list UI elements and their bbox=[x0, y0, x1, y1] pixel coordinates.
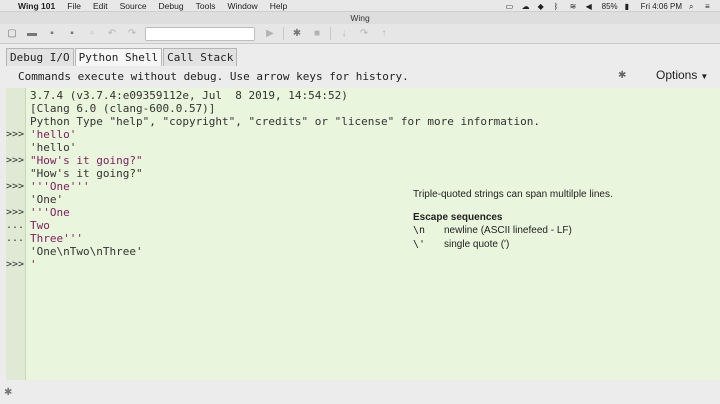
battery-percent[interactable]: 85% bbox=[602, 2, 618, 11]
status-icons: ▭ ☁ ◆ ᛒ ≋ ◀ 85% ▮ Fri 4:06 PM ⌕ ≡ bbox=[506, 0, 714, 12]
escape-code: \n bbox=[413, 225, 426, 236]
step-over-icon[interactable]: ↷ bbox=[357, 27, 371, 40]
new-file-icon[interactable]: ▢ bbox=[5, 27, 19, 40]
shell-prompt: >>> bbox=[6, 207, 25, 218]
stop-icon[interactable]: ■ bbox=[310, 27, 324, 40]
volume-icon[interactable]: ◀ bbox=[586, 2, 595, 11]
run-icon[interactable]: ▶ bbox=[263, 27, 277, 40]
save-icon[interactable]: ▪ bbox=[45, 27, 59, 40]
toolbar-separator bbox=[330, 27, 331, 40]
escape-desc: single quote (') bbox=[444, 239, 510, 250]
menu-window[interactable]: Window bbox=[227, 1, 257, 11]
annotation-escape-row: \n newline (ASCII linefeed - LF) bbox=[413, 225, 572, 236]
shell-info-bar: Commands execute without debug. Use arro… bbox=[0, 66, 720, 86]
clock[interactable]: Fri 4:06 PM bbox=[641, 2, 682, 11]
shell-prompt: >>> bbox=[6, 259, 25, 270]
python-shell[interactable]: >>> >>> >>> >>> ... ... >>> 3.7.4 (v3.7.… bbox=[6, 88, 720, 380]
shell-continuation: ... bbox=[6, 233, 25, 244]
shell-output: "How's it going?" bbox=[30, 167, 143, 180]
undo-icon[interactable]: ↶ bbox=[105, 27, 119, 40]
redo-icon[interactable]: ↷ bbox=[125, 27, 139, 40]
menu-help[interactable]: Help bbox=[270, 1, 287, 11]
tab-call-stack[interactable]: Call Stack bbox=[163, 48, 238, 66]
tab-bar: Debug I/O Python Shell Call Stack bbox=[0, 45, 720, 66]
shell-continuation: ... bbox=[6, 220, 25, 231]
battery-icon[interactable]: ▮ bbox=[625, 2, 634, 11]
shell-input: 'hello' bbox=[30, 128, 77, 141]
annotation-heading: Escape sequences bbox=[413, 212, 503, 223]
tab-debug-io[interactable]: Debug I/O bbox=[6, 48, 74, 66]
shell-prompt: >>> bbox=[6, 129, 25, 140]
shell-output: Python Type "help", "copyright", "credit… bbox=[30, 115, 540, 128]
debug-shell-icon[interactable]: ✱ bbox=[618, 70, 626, 81]
menu-app[interactable]: Wing 101 bbox=[18, 1, 55, 11]
menu-source[interactable]: Source bbox=[120, 1, 147, 11]
shell-output: 'hello' bbox=[30, 141, 77, 154]
annotation-triple-quote: Triple-quoted strings can span multilple… bbox=[413, 189, 613, 200]
escape-code: \' bbox=[413, 239, 426, 250]
shell-output: [Clang 6.0 (clang-600.0.57)] bbox=[30, 102, 216, 115]
bluetooth-icon[interactable]: ᛒ bbox=[554, 2, 563, 11]
annotation-escape-row: \' single quote (') bbox=[413, 239, 509, 250]
shell-current-input[interactable]: ' bbox=[30, 258, 540, 271]
chevron-down-icon: ▼ bbox=[700, 72, 709, 81]
menu-debug[interactable]: Debug bbox=[159, 1, 184, 11]
wifi-icon[interactable]: ≋ bbox=[570, 2, 579, 11]
menu-edit[interactable]: Edit bbox=[93, 1, 108, 11]
menubar: Wing 101 File Edit Source Debug Tools Wi… bbox=[0, 0, 720, 12]
options-menu[interactable]: Options ▼ bbox=[656, 68, 708, 82]
shield-icon[interactable]: ◆ bbox=[538, 2, 547, 11]
open-folder-icon[interactable]: ▬ bbox=[25, 27, 39, 40]
spotlight-icon[interactable]: ⌕ bbox=[689, 2, 698, 11]
toolbar-separator bbox=[283, 27, 284, 40]
menu-file[interactable]: File bbox=[67, 1, 81, 11]
cloud-icon[interactable]: ☁ bbox=[522, 2, 531, 11]
step-into-icon[interactable]: ↓ bbox=[337, 27, 351, 40]
toolbar: ▢ ▬ ▪ ▪ ▫ ↶ ↷ ▶ ✱ ■ ↓ ↷ ↑ bbox=[0, 24, 720, 44]
menu-list-icon[interactable]: ≡ bbox=[705, 2, 714, 11]
status-bar: ✱ bbox=[0, 380, 720, 404]
debug-bug-icon[interactable]: ✱ bbox=[290, 27, 304, 40]
shell-prompt: >>> bbox=[6, 181, 25, 192]
tab-python-shell[interactable]: Python Shell bbox=[74, 48, 163, 66]
escape-desc: newline (ASCII linefeed - LF) bbox=[444, 225, 572, 236]
shell-output: 3.7.4 (v3.7.4:e09359112e, Jul 8 2019, 14… bbox=[30, 89, 348, 102]
debug-status-icon[interactable]: ✱ bbox=[4, 387, 12, 398]
options-label: Options bbox=[656, 68, 698, 82]
print-icon[interactable]: ▫ bbox=[85, 27, 99, 40]
search-input[interactable] bbox=[145, 26, 255, 41]
menu-tools[interactable]: Tools bbox=[196, 1, 216, 11]
save-all-icon[interactable]: ▪ bbox=[65, 27, 79, 40]
window-title: Wing bbox=[0, 12, 720, 24]
shell-info-text: Commands execute without debug. Use arro… bbox=[18, 69, 409, 83]
shell-input: "How's it going?" bbox=[30, 154, 143, 167]
screen-icon[interactable]: ▭ bbox=[506, 2, 515, 11]
shell-prompt: >>> bbox=[6, 155, 25, 166]
step-out-icon[interactable]: ↑ bbox=[377, 27, 391, 40]
